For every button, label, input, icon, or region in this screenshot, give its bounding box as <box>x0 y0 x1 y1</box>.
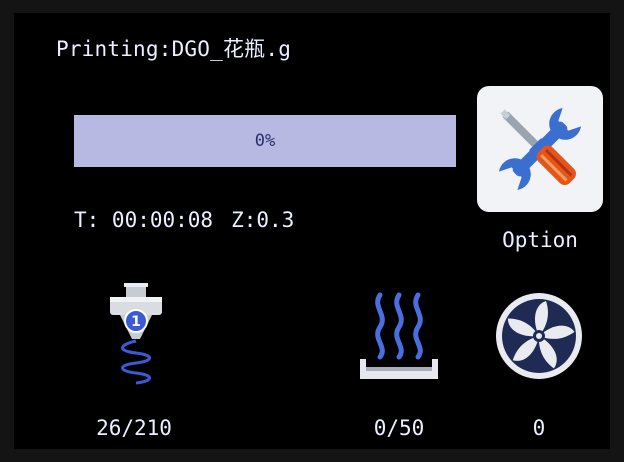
progress-percent-label: 0% <box>254 131 276 151</box>
printer-screen: Printing:DGO_花瓶.g 0% T: 00:00:08 Z:0.3 O… <box>14 13 610 449</box>
tools-icon <box>498 107 582 191</box>
print-status-line: T: 00:00:08 Z:0.3 <box>74 208 294 232</box>
z-height: Z:0.3 <box>231 208 295 232</box>
print-file-title: Printing:DGO_花瓶.g <box>56 37 292 61</box>
option-button[interactable] <box>477 86 603 212</box>
option-label: Option <box>502 228 578 252</box>
print-progress-bar: 0% <box>74 115 456 167</box>
heated-bed-icon[interactable] <box>354 285 444 385</box>
extruder-number: 1 <box>131 314 141 330</box>
fan-speed: 0 <box>532 416 546 440</box>
elapsed-time: T: 00:00:08 <box>74 208 214 232</box>
fan-icon[interactable] <box>494 291 584 381</box>
extruder-nozzle-icon[interactable]: 1 <box>96 281 176 391</box>
bed-temperature: 0/50 <box>373 416 425 440</box>
nozzle-temperature: 26/210 <box>96 416 172 440</box>
